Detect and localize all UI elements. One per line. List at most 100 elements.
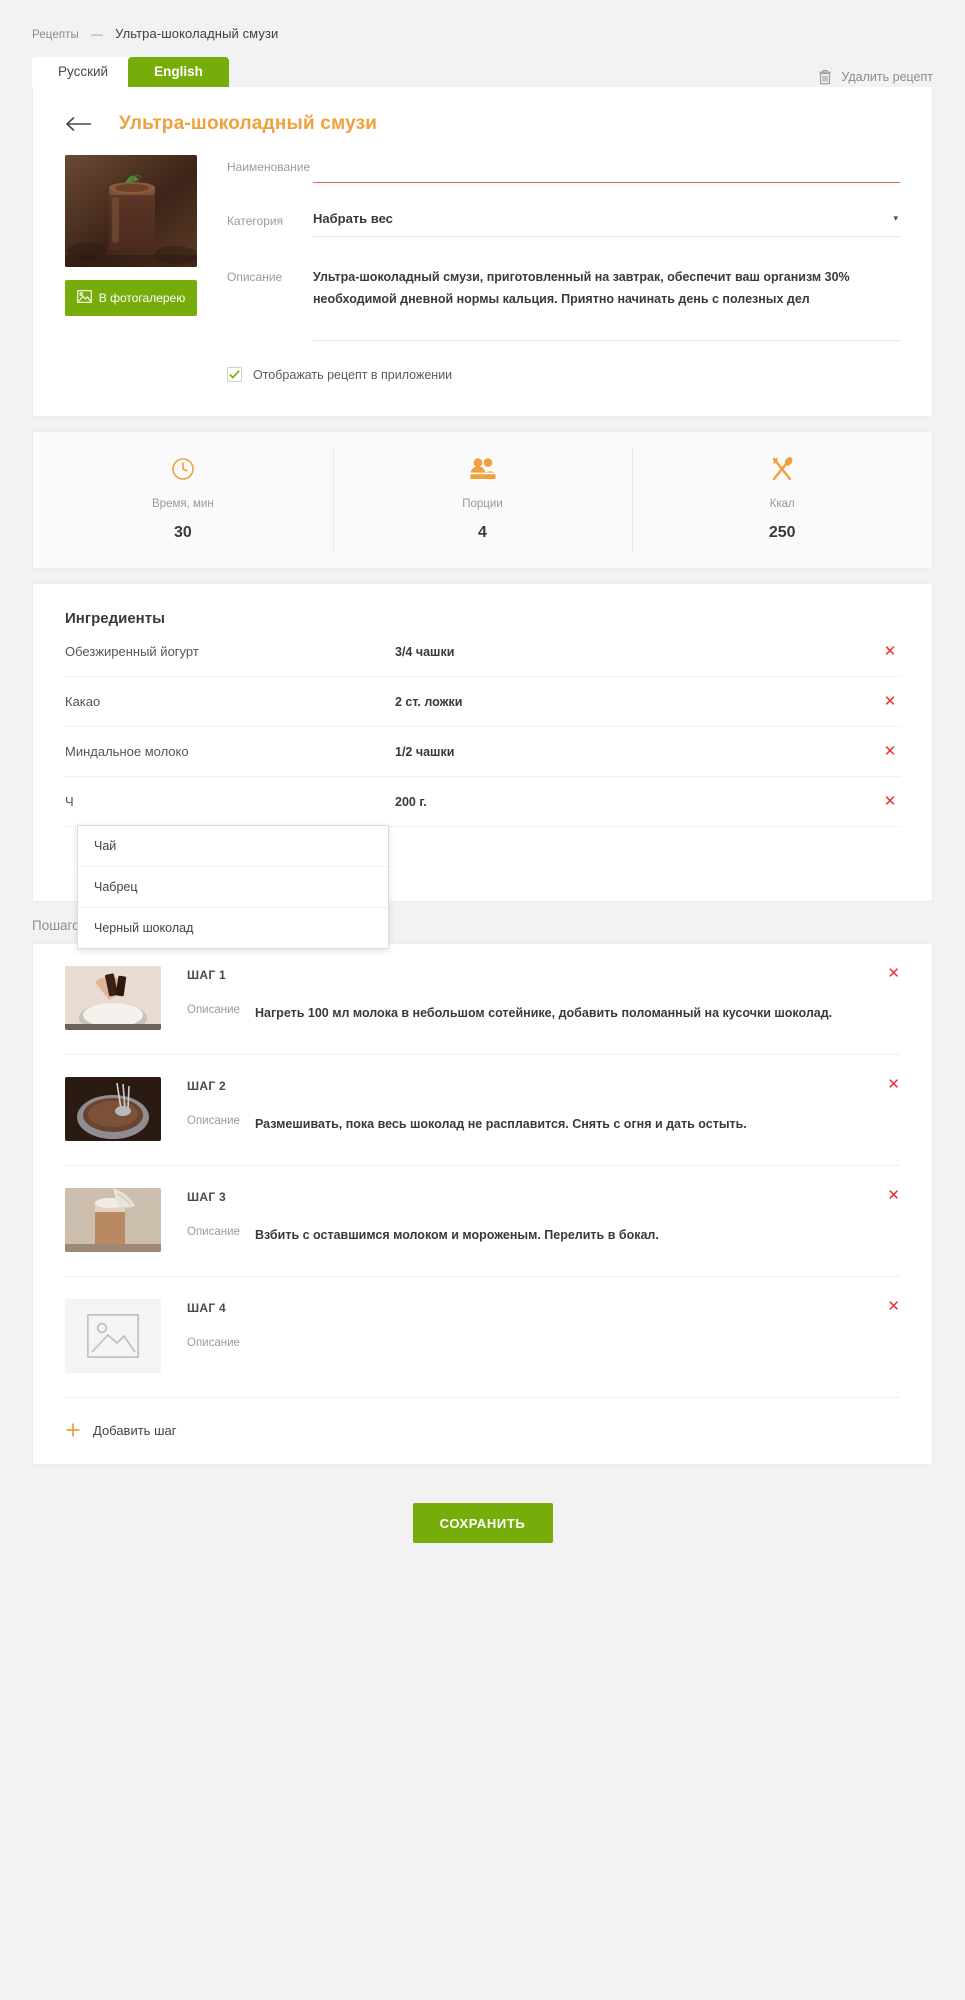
step-title: ШАГ 3: [187, 1190, 227, 1204]
breadcrumb-separator: —: [91, 29, 103, 41]
stat-calories[interactable]: Ккал 250: [632, 432, 932, 568]
step-item: ШАГ 3 Описание Взбить с оставшимся молок…: [65, 1165, 900, 1276]
step-description-input[interactable]: Размешивать, пока весь шоколад не распла…: [255, 1115, 747, 1134]
ingredient-qty-input[interactable]: 2 ст. ложки: [395, 695, 880, 709]
ingredient-qty-input[interactable]: 200 г.: [395, 795, 880, 809]
name-field-label: Наименование: [227, 160, 311, 174]
step-description-row: Описание Нагреть 100 мл молока в небольш…: [187, 1004, 900, 1023]
recipe-photo[interactable]: [65, 155, 197, 267]
clock-icon: [33, 454, 333, 484]
step-thumbnail[interactable]: [65, 1188, 161, 1252]
step-thumbnail-image: [65, 1077, 161, 1141]
breadcrumb-current: Ультра-шоколадный смузи: [115, 26, 279, 41]
plus-icon: [65, 1422, 81, 1438]
tab-english[interactable]: English: [128, 57, 229, 87]
ingredient-row: Ч 200 г. ✕ Чай Чабрец Черный шоколад: [65, 777, 900, 949]
step-body: ШАГ 3 Описание Взбить с оставшимся молок…: [187, 1188, 900, 1252]
ingredient-row: Обезжиренный йогурт 3/4 чашки ✕: [65, 627, 900, 677]
stat-time-value: 30: [173, 524, 192, 541]
ingredient-delete-icon[interactable]: ✕: [880, 644, 900, 659]
delete-recipe-button[interactable]: Удалить рецепт: [818, 69, 933, 85]
ingredient-delete-icon[interactable]: ✕: [880, 694, 900, 709]
ingredients-title: Ингредиенты: [65, 610, 165, 627]
step-title: ШАГ 4: [187, 1301, 227, 1315]
stat-calories-value: 250: [768, 524, 796, 541]
photo-column: В фотогалерею: [65, 155, 197, 382]
step-description-label: Описание: [187, 1226, 240, 1238]
category-field-label: Категория: [227, 214, 284, 228]
ingredient-qty-input[interactable]: 1/2 чашки: [395, 745, 880, 759]
category-field-row: Категория Набрать вес ▾: [227, 211, 900, 237]
page-title: Ультра-шоколадный смузи: [119, 113, 378, 134]
description-input-value: Ультра-шоколадный смузи, приготовленный …: [313, 270, 850, 306]
ingredient-name-input[interactable]: Какао: [65, 694, 395, 709]
step-description-label: Описание: [187, 1337, 240, 1349]
step-delete-icon[interactable]: ✕: [887, 1188, 900, 1203]
check-icon: [229, 370, 240, 379]
stat-portions-value: 4: [478, 524, 487, 541]
stat-time[interactable]: Время, мин 30: [33, 432, 333, 568]
tab-russian[interactable]: Русский: [32, 57, 135, 87]
gallery-button[interactable]: В фотогалерею: [65, 280, 197, 316]
ingredient-name-input[interactable]: Ч: [65, 794, 395, 809]
step-description-row: Описание Размешивать, пока весь шоколад …: [187, 1115, 900, 1134]
image-placeholder-icon: [87, 1314, 139, 1358]
description-field-row: Описание Ультра-шоколадный смузи, пригот…: [227, 267, 900, 341]
ingredient-row: Какао 2 ст. ложки ✕: [65, 677, 900, 727]
people-icon: [333, 454, 633, 484]
ingredient-qty-input[interactable]: 3/4 чашки: [395, 645, 880, 659]
step-thumbnail-placeholder[interactable]: [65, 1299, 161, 1373]
step-thumbnail-image: [65, 966, 161, 1030]
step-description-input[interactable]: Нагреть 100 мл молока в небольшом сотейн…: [255, 1004, 832, 1023]
breadcrumb: Рецепты — Ультра-шоколадный смузи: [0, 0, 965, 57]
show-in-app-checkbox[interactable]: [227, 367, 242, 382]
stat-portions-label: Порции: [462, 498, 503, 510]
recipe-header: Ультра-шоколадный смузи: [33, 87, 932, 141]
stat-calories-label: Ккал: [769, 498, 795, 510]
ingredient-name-input[interactable]: Обезжиренный йогурт: [65, 644, 395, 659]
step-thumbnail-image: [65, 1188, 161, 1252]
ingredient-delete-icon[interactable]: ✕: [880, 744, 900, 759]
step-delete-icon[interactable]: ✕: [887, 966, 900, 981]
save-button[interactable]: СОХРАНИТЬ: [412, 1503, 553, 1543]
add-step-button[interactable]: Добавить шаг: [65, 1397, 900, 1464]
step-description-row: Описание: [187, 1337, 900, 1349]
autocomplete-option[interactable]: Чай: [78, 826, 388, 866]
save-section: СОХРАНИТЬ: [0, 1503, 965, 1543]
show-in-app-row[interactable]: Отображать рецепт в приложении: [227, 367, 900, 382]
field-spacer: [227, 183, 900, 211]
breadcrumb-root[interactable]: Рецепты: [32, 29, 79, 41]
name-input[interactable]: [313, 157, 900, 183]
autocomplete-option[interactable]: Чабрец: [78, 866, 388, 907]
cutlery-icon: [632, 454, 932, 484]
ingredient-delete-icon[interactable]: ✕: [880, 794, 900, 809]
stat-portions[interactable]: Порции 4: [332, 432, 633, 568]
category-select[interactable]: Набрать вес ▾: [313, 211, 900, 237]
chevron-down-icon[interactable]: ▾: [893, 213, 898, 224]
step-body: ШАГ 2 Описание Размешивать, пока весь шо…: [187, 1077, 900, 1141]
ingredient-row: Миндальное молоко 1/2 чашки ✕: [65, 727, 900, 777]
step-body: ШАГ 1 Описание Нагреть 100 мл молока в н…: [187, 966, 900, 1030]
step-item: ШАГ 4 Описание ✕: [65, 1276, 900, 1397]
show-in-app-label: Отображать рецепт в приложении: [253, 367, 453, 382]
autocomplete-option[interactable]: Черный шоколад: [78, 907, 388, 948]
step-thumbnail[interactable]: [65, 1077, 161, 1141]
step-item: ШАГ 1 Описание Нагреть 100 мл молока в н…: [65, 944, 900, 1054]
recipe-form: В фотогалерею Наименование Категория Наб…: [33, 141, 932, 416]
language-tabs: Русский English Удалить рецепт: [32, 57, 965, 87]
name-input-value: [313, 157, 900, 164]
recipe-stats: Время, мин 30 Порции 4 Ккал 250: [32, 431, 933, 569]
name-field-row: Наименование: [227, 157, 900, 183]
step-delete-icon[interactable]: ✕: [887, 1299, 900, 1314]
step-description-row: Описание Взбить с оставшимся молоком и м…: [187, 1226, 900, 1245]
stat-time-label: Время, мин: [152, 498, 214, 510]
ingredient-name-input[interactable]: Миндальное молоко: [65, 744, 395, 759]
step-description-input[interactable]: Взбить с оставшимся молоком и мороженым.…: [255, 1226, 659, 1245]
step-title: ШАГ 1: [187, 968, 227, 982]
step-delete-icon[interactable]: ✕: [887, 1077, 900, 1092]
step-thumbnail[interactable]: [65, 966, 161, 1030]
trash-icon: [818, 69, 832, 85]
recipe-main-card: Ультра-шоколадный смузи В фотогалерею На…: [32, 87, 933, 417]
arrow-left-icon[interactable]: [65, 116, 93, 132]
description-input[interactable]: Ультра-шоколадный смузи, приготовленный …: [313, 267, 900, 341]
